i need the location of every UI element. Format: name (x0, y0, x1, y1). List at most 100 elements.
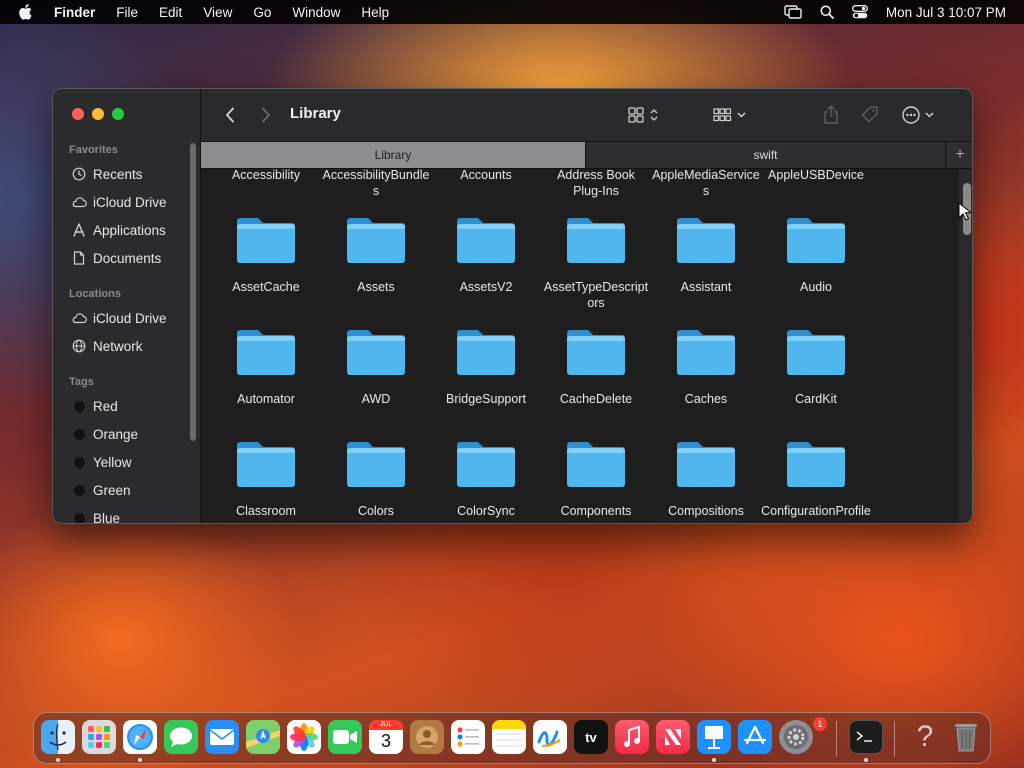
folder-item[interactable]: AppleMediaServices (651, 169, 761, 199)
folder-item[interactable]: Automator (211, 325, 321, 407)
folder-item[interactable]: Assistant (651, 213, 761, 295)
sidebar-item-network[interactable]: Network (71, 335, 143, 357)
tab-library[interactable]: Library (201, 142, 586, 168)
dock-facetime-icon[interactable] (328, 720, 362, 754)
dock-app-store-icon[interactable] (738, 720, 772, 754)
sidebar-item-tag-yellow[interactable]: Yellow (71, 451, 132, 473)
folder-item[interactable]: ConfigurationProfiles (761, 437, 871, 523)
folder-label: Audio (800, 280, 832, 294)
dock-help-icon[interactable]: ? (908, 720, 942, 754)
spotlight-search-icon[interactable] (820, 5, 834, 19)
sidebar-item-label: Network (93, 338, 143, 354)
folder-item[interactable]: Assets (321, 213, 431, 295)
screen-mirroring-icon[interactable] (784, 5, 802, 19)
menu-view[interactable]: View (203, 5, 232, 20)
dock-notes-icon[interactable] (492, 720, 526, 754)
folder-item[interactable]: AWD (321, 325, 431, 407)
folder-item[interactable]: BridgeSupport (431, 325, 541, 407)
dock-mail-icon[interactable] (205, 720, 239, 754)
tab-swift[interactable]: swift (586, 142, 946, 168)
folder-label: Classroom (236, 504, 296, 518)
dock-trash-icon[interactable] (949, 720, 983, 754)
dock-system-settings-icon[interactable] (779, 720, 813, 754)
dock-news-icon[interactable] (656, 720, 690, 754)
sidebar-item-applications[interactable]: Applications (71, 219, 166, 241)
sidebar-item-tag-blue[interactable]: Blue (71, 507, 120, 523)
folder-item[interactable]: Compositions (651, 437, 761, 519)
folder-icon (431, 437, 541, 493)
dock-messages-icon[interactable] (164, 720, 198, 754)
new-tab-button[interactable]: + (946, 142, 972, 168)
toolbar: Library (201, 89, 972, 141)
close-button[interactable] (72, 108, 84, 120)
folder-label: Assets (357, 280, 395, 294)
sidebar-scrollbar[interactable] (190, 143, 196, 441)
sidebar-item-icloud-drive-location[interactable]: iCloud Drive (71, 307, 167, 329)
minimize-button[interactable] (92, 108, 104, 120)
view-mode-button[interactable] (625, 104, 665, 126)
group-by-button[interactable] (711, 104, 751, 126)
dock-safari-icon[interactable] (123, 720, 157, 754)
folder-item[interactable]: Classroom (211, 437, 321, 519)
sidebar-item-icloud-drive[interactable]: iCloud Drive (71, 191, 167, 213)
sidebar-item-tag-orange[interactable]: Orange (71, 423, 138, 445)
folder-label: Compositions (668, 504, 744, 518)
dock-terminal-icon[interactable] (849, 720, 883, 754)
folder-item[interactable]: Accounts (431, 169, 541, 183)
dock-finder-icon[interactable] (41, 720, 75, 754)
calendar-day-label: 3 (380, 731, 391, 751)
folder-item[interactable]: Address Book Plug-Ins (541, 169, 651, 199)
folder-item[interactable]: ColorSync (431, 437, 541, 519)
dock-music-icon[interactable] (615, 720, 649, 754)
menu-edit[interactable]: Edit (159, 5, 182, 20)
dock-launchpad-icon[interactable] (82, 720, 116, 754)
folder-label: ConfigurationProfiles (761, 504, 871, 523)
dock-photos-icon[interactable] (287, 720, 321, 754)
dock-separator (836, 721, 837, 757)
sidebar-item-tag-green[interactable]: Green (71, 479, 131, 501)
dock-calendar-icon[interactable]: JUL 3 (369, 720, 403, 754)
menu-go[interactable]: Go (253, 5, 271, 20)
sidebar-item-recents[interactable]: Recents (71, 163, 143, 185)
back-button[interactable] (221, 105, 239, 125)
dock-maps-icon[interactable] (246, 720, 280, 754)
menu-help[interactable]: Help (361, 5, 389, 20)
tag-icon[interactable] (859, 103, 881, 127)
zoom-button[interactable] (112, 108, 124, 120)
folder-item[interactable]: Audio (761, 213, 871, 295)
folder-item[interactable]: AppleUSBDevice (761, 169, 871, 183)
menu-file[interactable]: File (116, 5, 138, 20)
folder-item[interactable]: AssetTypeDescriptors (541, 213, 651, 311)
menu-window[interactable]: Window (292, 5, 340, 20)
dock-freeform-icon[interactable] (533, 720, 567, 754)
dock-tv-icon[interactable]: tv (574, 720, 608, 754)
folder-icon (211, 325, 321, 381)
apple-logo-icon[interactable] (18, 4, 36, 20)
more-actions-button[interactable] (899, 103, 939, 127)
folder-item[interactable]: Components (541, 437, 651, 519)
finder-window: Favorites Recents iCloud Drive Applicati… (52, 88, 973, 524)
folder-label: Accessibility (231, 169, 301, 182)
folder-label: AppleMediaServices (652, 169, 760, 198)
folder-item[interactable]: Colors (321, 437, 431, 519)
menu-app-name[interactable]: Finder (54, 5, 95, 20)
dock-contacts-icon[interactable] (410, 720, 444, 754)
sidebar-item-documents[interactable]: Documents (71, 247, 161, 269)
folder-item[interactable]: Accessibility (211, 169, 321, 183)
folder-item[interactable]: CacheDelete (541, 325, 651, 407)
folder-item[interactable]: AccessibilityBundles (321, 169, 431, 199)
folder-item[interactable]: AssetCache (211, 213, 321, 295)
folder-item[interactable]: AssetsV2 (431, 213, 541, 295)
folder-item[interactable]: CardKit (761, 325, 871, 407)
menu-clock[interactable]: Mon Jul 3 10:07 PM (886, 5, 1006, 20)
folder-label: Assistant (680, 280, 732, 294)
sidebar-item-tag-red[interactable]: Red (71, 395, 118, 417)
folder-label: AWD (361, 392, 391, 406)
share-icon[interactable] (821, 103, 841, 127)
folder-item[interactable]: Caches (651, 325, 761, 407)
sidebar-item-label: Recents (93, 166, 143, 182)
forward-button[interactable] (257, 105, 275, 125)
dock-reminders-icon[interactable] (451, 720, 485, 754)
control-center-icon[interactable] (851, 5, 868, 19)
dock-keynote-icon[interactable] (697, 720, 731, 754)
